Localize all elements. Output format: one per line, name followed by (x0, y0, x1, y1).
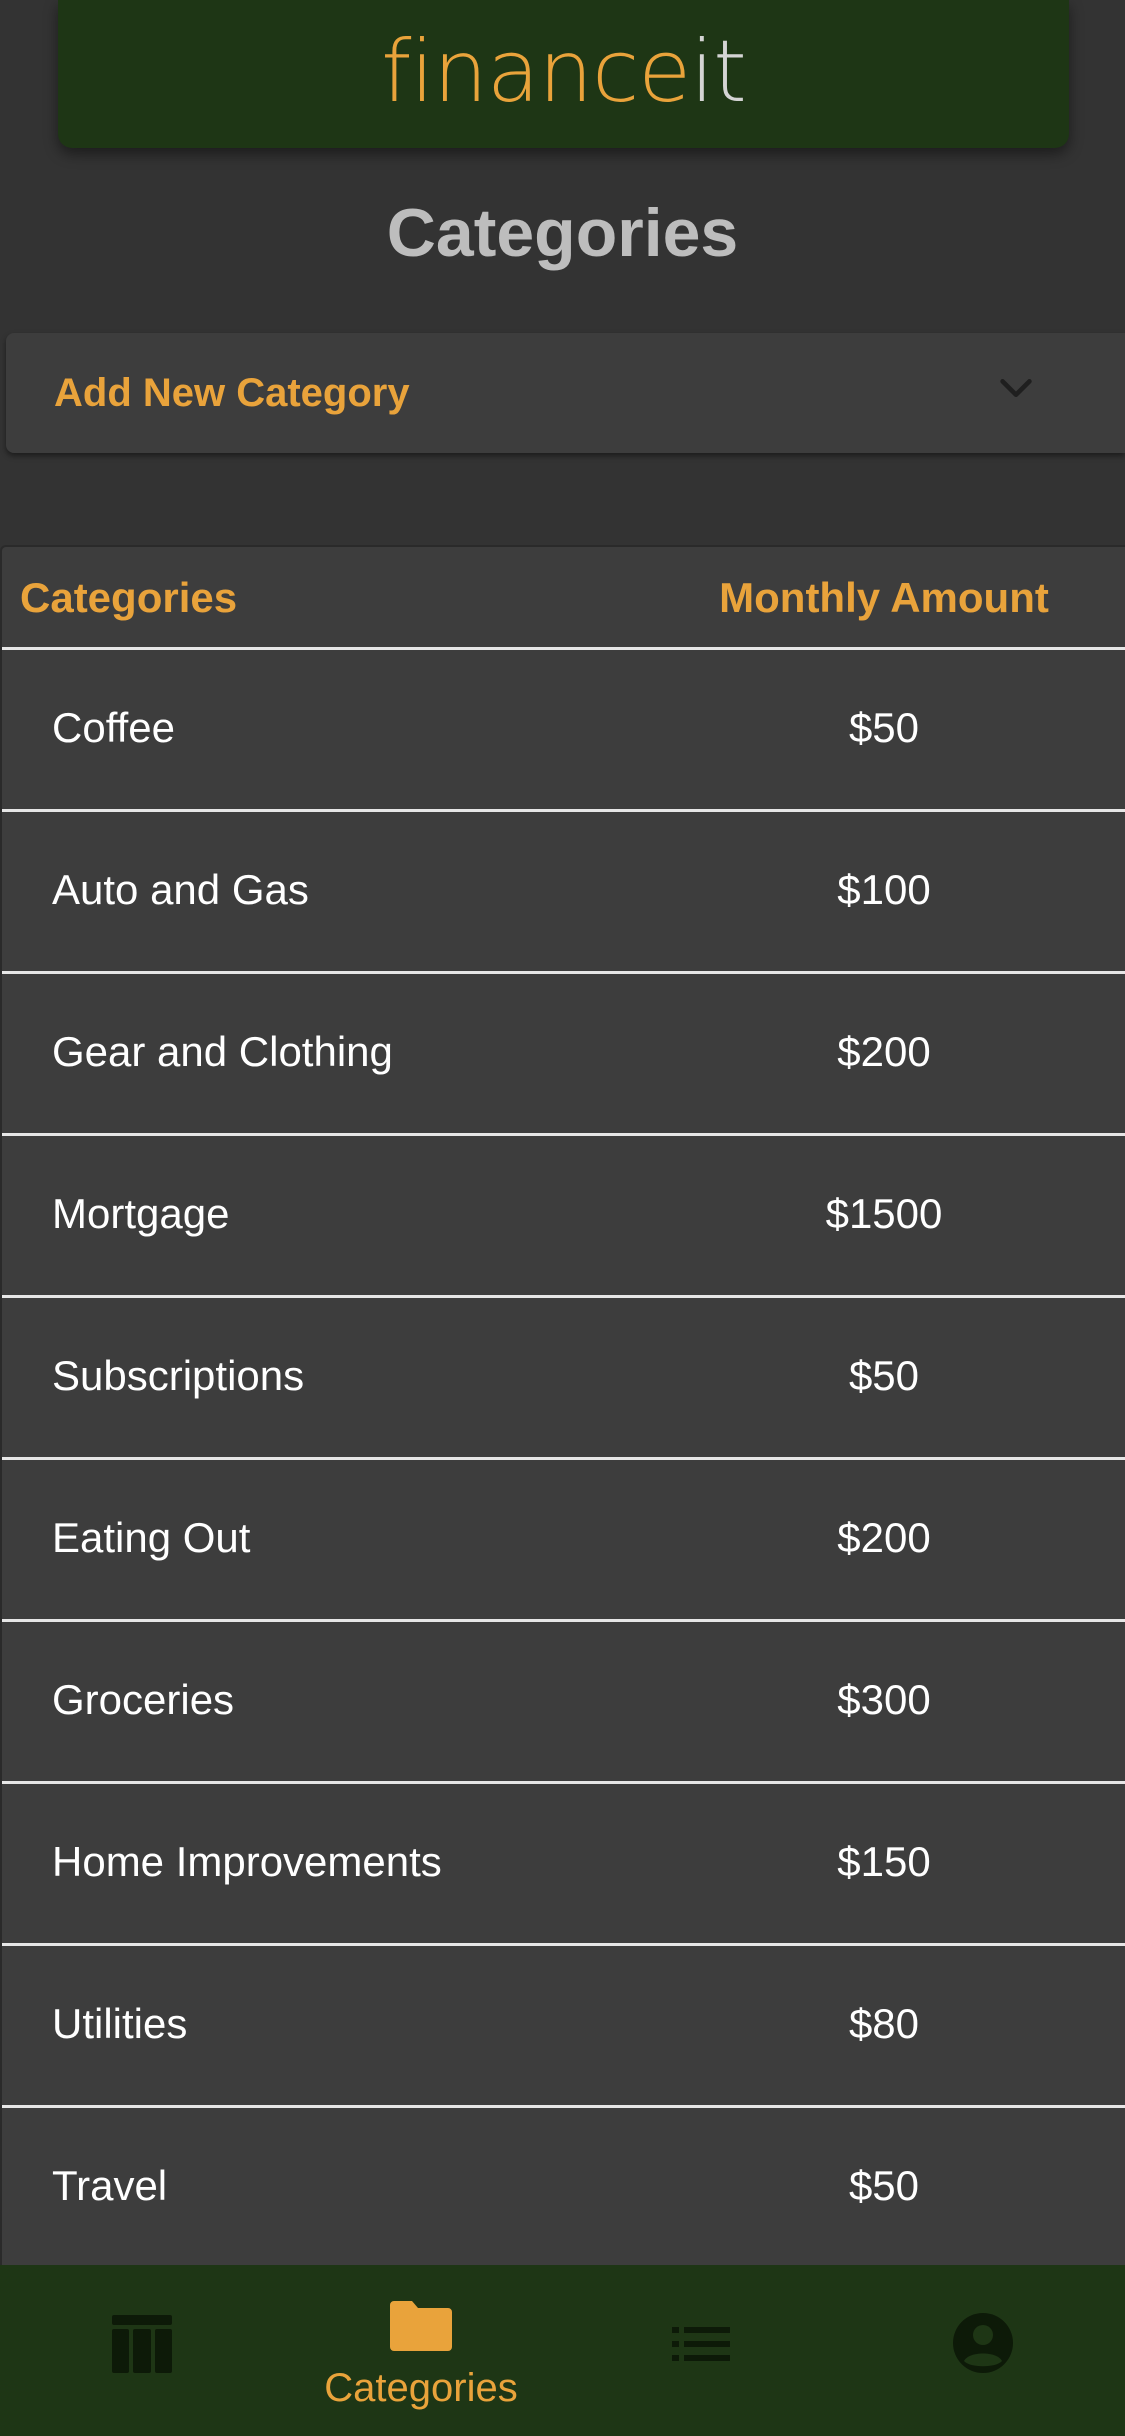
category-name: Groceries (52, 1676, 235, 1723)
nav-label-categories: Categories (324, 2366, 518, 2410)
categories-table: Categories Monthly Amount Coffee $50 Aut… (0, 545, 1125, 2270)
nav-item-categories[interactable]: Categories (321, 2265, 521, 2436)
category-name: Home Improvements (52, 1838, 442, 1885)
category-name: Eating Out (52, 1514, 251, 1561)
category-amount: $80 (848, 2000, 920, 2047)
category-name: Subscriptions (52, 1352, 305, 1399)
brand-logo-part-it: it (690, 22, 747, 122)
table-row[interactable]: Home Improvements $150 (2, 1784, 1125, 1946)
category-name: Gear and Clothing (52, 1028, 393, 1075)
table-row[interactable]: Auto and Gas $100 (2, 812, 1125, 974)
list-icon (672, 2327, 730, 2361)
nav-item-table[interactable] (42, 2265, 242, 2436)
nav-item-account[interactable] (883, 2265, 1083, 2436)
brand-logo-part-finance: finance (381, 22, 691, 122)
category-amount: $50 (848, 704, 920, 751)
table-body: Coffee $50 Auto and Gas $100 Gear and Cl… (2, 650, 1125, 2270)
account-icon (953, 2313, 1013, 2373)
add-category-panel[interactable]: Add New Category (6, 333, 1125, 453)
folder-icon (390, 2301, 452, 2351)
category-name: Auto and Gas (52, 866, 309, 913)
category-amount: $150 (837, 1838, 931, 1885)
table-header: Categories Monthly Amount (2, 547, 1125, 650)
table-row[interactable]: Gear and Clothing $200 (2, 974, 1125, 1136)
bottom-nav: Categories (0, 2265, 1125, 2436)
category-name: Utilities (52, 2000, 188, 2047)
table-row[interactable]: Travel $50 (2, 2108, 1125, 2270)
table-row[interactable]: Eating Out $200 (2, 1460, 1125, 1622)
table-row[interactable]: Utilities $80 (2, 1946, 1125, 2108)
category-amount: $200 (837, 1028, 931, 1075)
table-row[interactable]: Groceries $300 (2, 1622, 1125, 1784)
table-row[interactable]: Mortgage $1500 (2, 1136, 1125, 1298)
chevron-down-icon[interactable] (993, 366, 1039, 412)
table-icon (112, 2315, 172, 2373)
app-header: financeit (58, 0, 1069, 148)
category-amount: $50 (848, 2162, 920, 2209)
category-amount: $1500 (825, 1190, 943, 1237)
category-amount: $50 (848, 1352, 920, 1399)
category-amount: $100 (837, 866, 931, 913)
category-name: Mortgage (52, 1190, 230, 1237)
add-category-label: Add New Category (54, 371, 410, 415)
table-row[interactable]: Coffee $50 (2, 650, 1125, 812)
category-amount: $200 (837, 1514, 931, 1561)
table-row[interactable]: Subscriptions $50 (2, 1298, 1125, 1460)
page-title: Categories (386, 195, 739, 271)
column-header-categories[interactable]: Categories (20, 573, 237, 623)
column-header-monthly-amount[interactable]: Monthly Amount (682, 573, 1086, 623)
category-name: Travel (52, 2162, 168, 2209)
brand-logo[interactable]: financeit (58, 22, 1069, 122)
category-name: Coffee (52, 704, 175, 751)
nav-item-list[interactable] (601, 2265, 801, 2436)
category-amount: $300 (837, 1676, 931, 1723)
